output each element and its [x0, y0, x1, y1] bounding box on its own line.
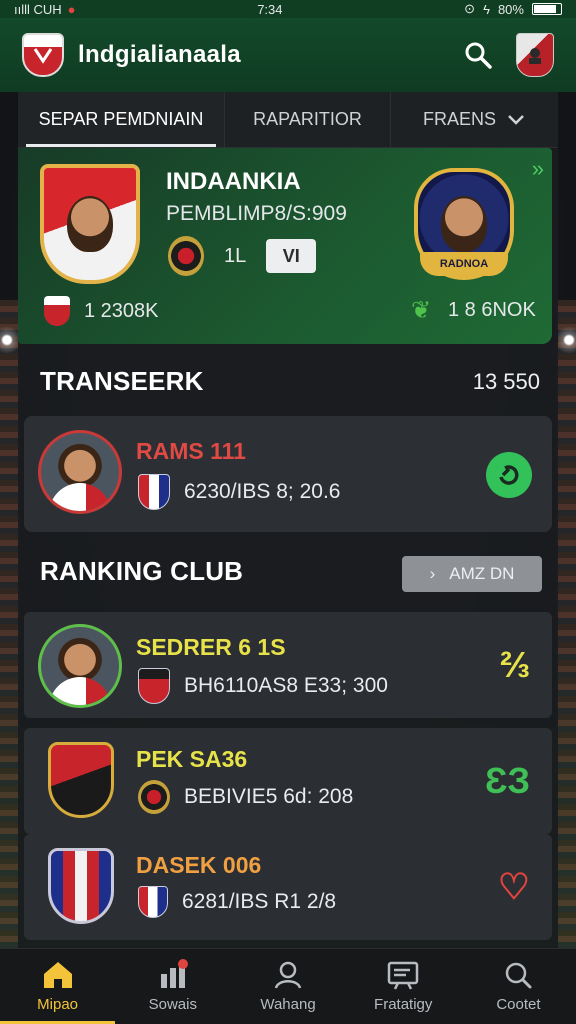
- tab-fraens[interactable]: FRAENS: [390, 92, 558, 147]
- ranking-item-detail: BH6110AS8 E33; 300: [184, 674, 388, 697]
- ranking-item-1[interactable]: SEDRER 6 1S BH6110AS8 E33; 300 ⅔: [24, 612, 552, 718]
- club-crest-icon: [138, 474, 170, 510]
- main-panel: SEPAR PEMDNIAIN RAPARITIOR FRAENS INDAAN…: [18, 92, 558, 948]
- floodlight-right: [558, 310, 576, 370]
- ranking-item-detail: BEBIVIE5 6d: 208: [184, 785, 354, 808]
- club-crest: [48, 742, 114, 818]
- section-count: 13 550: [472, 368, 540, 394]
- match-meta: PEMBLIMP8/S:909: [166, 202, 347, 225]
- rank-change-icon: ⅔: [499, 644, 530, 685]
- ranking-item-3[interactable]: DASEK 006 6281/IBS R1 2/8 ♡: [24, 834, 552, 940]
- see-all-button[interactable]: › AMZ DN: [402, 556, 542, 592]
- home-stat: 1 2308K: [44, 296, 159, 326]
- expand-chevron-icon[interactable]: »: [532, 156, 544, 182]
- club-crest-icon: [138, 886, 168, 918]
- vs-badge: VI: [266, 239, 317, 273]
- avatar: [38, 430, 122, 514]
- charging-icon: ϟ: [483, 1, 490, 17]
- logo-mark-icon: [33, 48, 53, 64]
- ranking-item-detail-row: BEBIVIE5 6d: 208: [138, 780, 353, 814]
- ranking-item-detail-row: 6281/IBS R1 2/8: [138, 886, 336, 918]
- nav-label: Cootet: [496, 996, 541, 1013]
- section-title: TRANSEERK: [40, 366, 204, 396]
- bottom-navigation: Mipao Sowais Wahang Fratatigy Cootet: [0, 948, 576, 1024]
- away-stat: ❦ 1 8 6NOK: [408, 296, 536, 324]
- user-icon: [274, 961, 302, 989]
- app-bar: lndgialianaala: [0, 18, 576, 92]
- mini-club-crest-icon: [168, 236, 204, 276]
- location-icon: ●: [67, 1, 76, 17]
- away-crest-label: RADNOA: [420, 252, 508, 276]
- ranking-item-title: DASEK 006: [136, 852, 262, 878]
- home-club-crest: [40, 164, 140, 284]
- app-title: lndgialianaala: [78, 41, 241, 68]
- nav-mipao[interactable]: Mipao: [0, 949, 116, 1024]
- avatar: [38, 624, 122, 708]
- ranking-item-2[interactable]: PEK SA36 BEBIVIE5 6d: 208 ƐЗ: [24, 728, 552, 834]
- club-crest: [48, 848, 114, 924]
- transfer-detail: 6230/IBS 8; 20.6: [184, 480, 341, 503]
- stadium-right-decoration: [556, 300, 576, 950]
- rank-change-icon: ƐЗ: [484, 760, 530, 801]
- tab-separ-pemdniain[interactable]: SEPAR PEMDNIAIN: [18, 92, 224, 147]
- nav-label: Wahang: [260, 996, 316, 1013]
- club-emblem-icon: [529, 48, 541, 64]
- refresh-button[interactable]: [486, 452, 532, 498]
- away-stat-value: 1 8 6NOK: [448, 298, 536, 321]
- nav-fratatigy[interactable]: Fratatigy: [346, 949, 461, 1024]
- home-stat-value: 1 2308K: [84, 299, 159, 322]
- rank-change-icon: ♡: [497, 866, 530, 907]
- tab-bar: SEPAR PEMDNIAIN RAPARITIOR FRAENS: [18, 92, 558, 148]
- ranking-item-title: PEK SA36: [136, 746, 248, 772]
- nav-label: Mipao: [37, 996, 79, 1013]
- tab-label: SEPAR PEMDNIAIN: [38, 109, 204, 129]
- away-player-portrait: [441, 196, 487, 252]
- transfer-detail-row: 6230/IBS 8; 20.6: [138, 474, 340, 510]
- home-team-name: INDAANKIA: [166, 168, 301, 195]
- tab-label: FRAENS: [422, 109, 496, 129]
- transfer-card[interactable]: RAMS 111 6230/IBS 8; 20.6: [24, 416, 552, 532]
- chevron-down-icon: [508, 114, 524, 125]
- club-crest-icon: [138, 668, 170, 704]
- ranking-item-title: SEDRER 6 1S: [136, 634, 286, 660]
- wifi-icon: ⊙: [464, 1, 476, 16]
- search-icon: [465, 42, 492, 69]
- ranking-item-detail: 6281/IBS R1 2/8: [182, 890, 337, 913]
- player-portrait: [67, 196, 113, 252]
- nav-cootet[interactable]: Cootet: [461, 949, 576, 1024]
- stadium-left-decoration: [0, 300, 20, 950]
- refresh-icon: [499, 465, 519, 485]
- shield-icon: [44, 296, 70, 326]
- see-all-label: AMZ DN: [449, 564, 515, 583]
- match-card[interactable]: INDAANKIA PEMBLIMP8/S:909 1L VI RADNOA »…: [18, 148, 552, 344]
- nav-label: Fratatigy: [374, 996, 433, 1013]
- floodlight-left: [0, 310, 18, 370]
- battery-percent: 80%: [497, 1, 524, 17]
- transfer-title: RAMS 111: [136, 438, 246, 464]
- carrier-text: ıılll CUH: [14, 1, 62, 17]
- search-button[interactable]: [458, 35, 498, 75]
- app-logo-icon: [22, 33, 64, 77]
- board-icon: [387, 961, 419, 990]
- tab-label: RAPARITIOR: [253, 109, 362, 129]
- club-crest-icon: [138, 780, 170, 814]
- ranking-item-detail-row: BH6110AS8 E33; 300: [138, 668, 388, 704]
- status-bar: ıılll CUH ● 7:34 ⊙ ϟ 80%: [0, 0, 576, 18]
- transfer-section-header: TRANSEERK 13 550: [40, 366, 540, 397]
- match-score: 1L: [224, 244, 247, 267]
- match-score-row: 1L VI: [168, 236, 317, 276]
- nav-sowais[interactable]: Sowais: [115, 949, 230, 1024]
- nav-wahang[interactable]: Wahang: [230, 949, 345, 1024]
- battery-icon: [531, 3, 562, 15]
- home-icon: [43, 962, 72, 988]
- leaf-icon: ❦: [410, 296, 432, 324]
- tab-raparitior[interactable]: RAPARITIOR: [224, 92, 390, 147]
- status-time: 7:34: [257, 1, 283, 17]
- chevron-right-icon: ›: [429, 564, 436, 583]
- nav-label: Sowais: [148, 996, 197, 1013]
- search-icon: [506, 962, 532, 989]
- profile-badge-button[interactable]: [516, 33, 554, 77]
